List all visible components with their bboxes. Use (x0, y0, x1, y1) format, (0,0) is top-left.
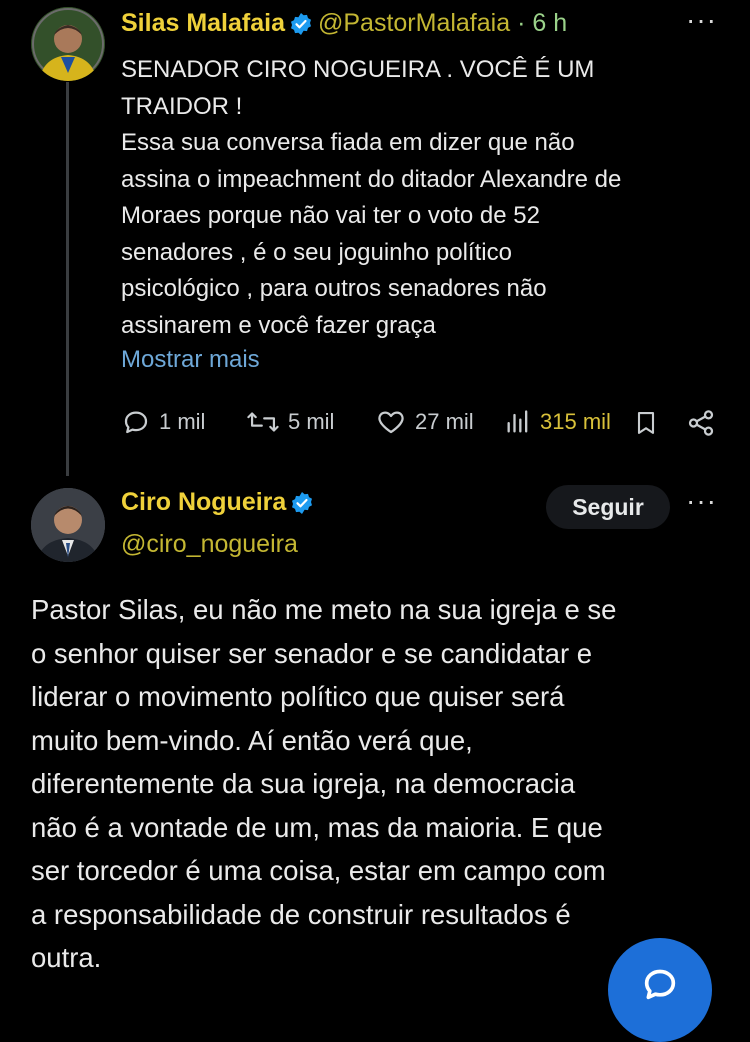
author-name[interactable]: Silas Malafaia (121, 9, 285, 37)
tweet2-header: Ciro Nogueira @ciro_nogueira (121, 488, 319, 559)
views-button[interactable]: 315 mil (504, 407, 611, 437)
author-name[interactable]: Ciro Nogueira (121, 488, 286, 516)
author-handle[interactable]: @ciro_nogueira (121, 530, 319, 559)
verified-badge-icon (290, 491, 314, 522)
views-icon (504, 407, 532, 437)
more-options-icon[interactable]: ··· (686, 485, 717, 517)
like-button[interactable]: 27 mil (375, 407, 474, 437)
bookmark-icon (632, 407, 660, 439)
share-icon (686, 407, 716, 439)
follow-button[interactable]: Seguir (546, 485, 670, 529)
tweet1-actions: 1 mil 5 mil 27 mil 315 mil (0, 407, 750, 443)
repost-button[interactable]: 5 mil (246, 407, 334, 437)
compose-button[interactable] (608, 938, 712, 1042)
more-options-icon[interactable]: ··· (686, 4, 717, 36)
verified-badge-icon (289, 12, 313, 43)
like-count: 27 mil (415, 409, 474, 434)
reply-button[interactable]: 1 mil (121, 407, 205, 437)
views-count: 315 mil (540, 409, 611, 434)
repost-count: 5 mil (288, 409, 335, 434)
reply-icon (121, 407, 151, 437)
reply-count: 1 mil (159, 409, 206, 434)
tweet2-text: Pastor Silas, eu não me meto na sua igre… (31, 594, 617, 973)
repost-icon (246, 407, 280, 437)
tweet1-header: Silas Malafaia @PastorMalafaia · 6 h (121, 9, 567, 43)
avatar-silas-malafaia[interactable] (31, 7, 105, 81)
show-more-link[interactable]: Mostrar mais (121, 346, 260, 374)
share-button[interactable] (686, 407, 716, 439)
compose-icon (638, 964, 682, 1009)
author-handle[interactable]: @PastorMalafaia (318, 9, 510, 37)
bookmark-button[interactable] (632, 407, 660, 439)
tweet1-text: SENADOR CIRO NOGUEIRA . VOCÊ É UM TRAIDO… (121, 56, 622, 339)
timestamp[interactable]: 6 h (532, 9, 567, 37)
avatar-ciro-nogueira[interactable] (31, 488, 105, 562)
separator-dot: · (517, 9, 526, 37)
heart-icon (375, 407, 407, 437)
